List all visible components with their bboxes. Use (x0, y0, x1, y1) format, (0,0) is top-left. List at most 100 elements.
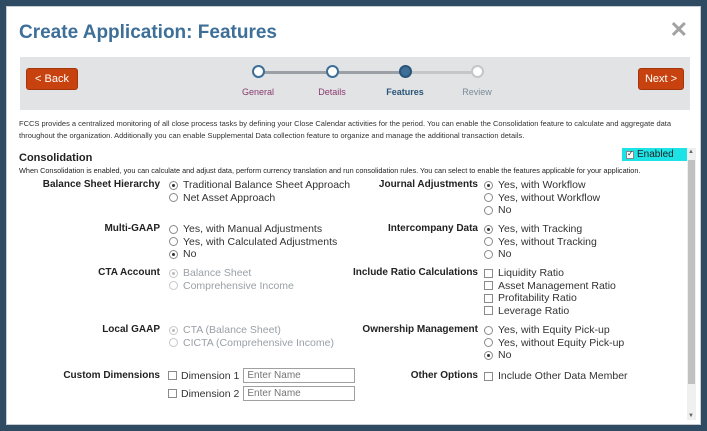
local-gaap-label: Local GAAP (102, 324, 160, 335)
dimension-2-input[interactable] (243, 386, 356, 401)
option-row[interactable]: Yes, with Equity Pick-up (484, 324, 624, 337)
intercompany-data-options: Yes, with Tracking Yes, without Tracking N… (484, 223, 597, 261)
step-label-features: Features (386, 87, 424, 97)
option-radio[interactable] (484, 224, 493, 234)
option-label: Balance Sheet (183, 267, 252, 280)
scroll-down-icon[interactable]: ▼ (688, 413, 694, 419)
step-label-details[interactable]: Details (302, 87, 362, 97)
option-radio[interactable] (484, 338, 493, 348)
scrollbar-thumb[interactable] (688, 160, 695, 384)
option-checkbox[interactable] (484, 281, 493, 291)
option-radio[interactable] (484, 193, 493, 203)
next-button[interactable]: Next > (638, 68, 684, 90)
option-radio[interactable] (169, 180, 178, 190)
local-gaap-options: CTA (Balance Sheet) CICTA (Comprehensive … (169, 324, 334, 349)
option-label: Leverage Ratio (498, 304, 570, 317)
step-label-general[interactable]: General (228, 87, 288, 97)
option-radio[interactable] (169, 249, 178, 259)
option-row[interactable]: Yes, with Workflow (484, 179, 600, 192)
option-row[interactable]: Net Asset Approach (169, 192, 350, 205)
option-row: Comprehensive Income (169, 280, 294, 293)
enabled-checkbox[interactable] (626, 149, 634, 159)
ratio-calculations-label: Include Ratio Calculations (352, 267, 478, 278)
option-row[interactable]: Leverage Ratio (484, 305, 616, 318)
option-row[interactable]: Yes, with Tracking (484, 223, 597, 236)
option-row[interactable]: Include Other Data Member (484, 370, 628, 383)
create-application-dialog: Create Application: Features ✕ < Back Ge… (6, 6, 701, 425)
option-radio[interactable] (484, 249, 493, 259)
option-row[interactable]: No (484, 349, 624, 362)
option-label: Profitability Ratio (498, 292, 577, 305)
option-checkbox[interactable] (484, 268, 493, 278)
dimension-1-row: Dimension 1 (168, 367, 356, 384)
dialog-title: Create Application: Features (19, 22, 277, 43)
ownership-management-options: Yes, with Equity Pick-up Yes, without Equ… (484, 324, 624, 362)
page-description: FCCS provides a centralized monitoring o… (19, 119, 672, 140)
other-options-label: Other Options (410, 370, 478, 381)
option-row[interactable]: No (484, 204, 600, 217)
option-label: Asset Management Ratio (498, 279, 616, 292)
option-label: No (498, 349, 512, 362)
option-radio[interactable] (169, 237, 178, 247)
cta-account-label: CTA Account (98, 267, 160, 278)
option-row[interactable]: Asset Management Ratio (484, 280, 616, 293)
option-checkbox[interactable] (484, 371, 493, 381)
option-radio[interactable] (484, 180, 493, 190)
option-row[interactable]: Yes, without Equity Pick-up (484, 337, 624, 350)
consolidation-description: When Consolidation is enabled, you can c… (19, 166, 641, 175)
dimension-1-input[interactable] (243, 368, 356, 383)
option-row[interactable]: No (484, 248, 597, 261)
intercompany-data-label: Intercompany Data (387, 223, 478, 234)
option-label: No (183, 248, 197, 261)
wizard-steps: General Details Features Review (230, 57, 510, 110)
option-row[interactable]: Traditional Balance Sheet Approach (169, 179, 350, 192)
option-radio[interactable] (169, 193, 178, 203)
step-node-general[interactable] (252, 65, 265, 78)
option-radio[interactable] (484, 325, 493, 335)
option-radio[interactable] (484, 205, 493, 215)
multi-gaap-options: Yes, with Manual Adjustments Yes, with Ca… (169, 223, 337, 261)
enabled-toggle[interactable]: Enabled (622, 148, 692, 161)
option-label: Yes, with Tracking (498, 223, 583, 236)
option-row[interactable]: Liquidity Ratio (484, 267, 616, 280)
scrollbar[interactable]: ▲ ▼ (687, 148, 696, 420)
option-checkbox[interactable] (484, 306, 493, 316)
back-button[interactable]: < Back (26, 68, 78, 90)
option-label: Liquidity Ratio (498, 267, 564, 280)
option-label: Yes, with Manual Adjustments (183, 223, 323, 236)
option-radio (169, 268, 178, 278)
option-row: Balance Sheet (169, 267, 294, 280)
close-icon[interactable]: ✕ (670, 17, 688, 43)
wizard-train: < Back General Details Features Review N… (20, 57, 690, 110)
other-options-options: Include Other Data Member (484, 370, 628, 383)
dimension-1-checkbox[interactable] (168, 371, 177, 380)
option-row[interactable]: No (169, 248, 337, 261)
option-label: Yes, without Equity Pick-up (498, 336, 625, 349)
ratio-calculations-options: Liquidity Ratio Asset Management Ratio Pro… (484, 267, 616, 317)
option-row[interactable]: Yes, without Tracking (484, 236, 597, 249)
option-radio[interactable] (484, 350, 493, 360)
scroll-up-icon[interactable]: ▲ (688, 149, 694, 155)
option-row[interactable]: Yes, with Calculated Adjustments (169, 236, 337, 249)
option-radio[interactable] (169, 224, 178, 234)
option-row[interactable]: Yes, without Workflow (484, 192, 600, 205)
option-radio[interactable] (484, 237, 493, 247)
option-row[interactable]: Yes, with Manual Adjustments (169, 223, 337, 236)
option-row: CTA (Balance Sheet) (169, 324, 334, 337)
journal-adjustments-options: Yes, with Workflow Yes, without Workflow N… (484, 179, 600, 217)
option-radio (169, 338, 178, 348)
dimension-2-label: Dimension 2 (181, 387, 240, 400)
option-row[interactable]: Profitability Ratio (484, 292, 616, 305)
option-checkbox[interactable] (484, 293, 493, 303)
option-radio (169, 325, 178, 335)
dimension-2-checkbox[interactable] (168, 389, 177, 398)
option-label: Yes, without Workflow (498, 191, 601, 204)
option-label: Yes, with Calculated Adjustments (183, 235, 338, 248)
option-label: Net Asset Approach (183, 191, 276, 204)
option-label: Comprehensive Income (183, 279, 294, 292)
option-row: CICTA (Comprehensive Income) (169, 337, 334, 350)
step-node-details[interactable] (326, 65, 339, 78)
balance-sheet-options: Traditional Balance Sheet Approach Net As… (169, 179, 350, 204)
option-radio (169, 281, 178, 291)
step-node-features[interactable] (399, 65, 412, 78)
